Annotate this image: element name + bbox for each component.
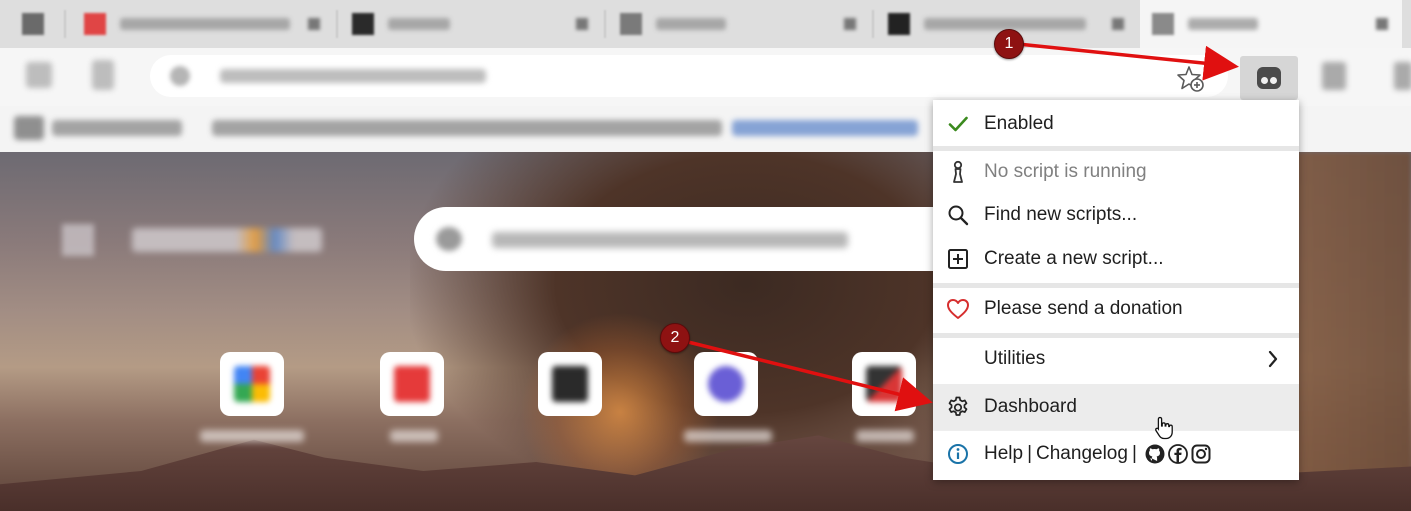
settings-icon[interactable] [1322, 62, 1346, 90]
menu-item-enabled[interactable]: Enabled [933, 102, 1299, 146]
search-icon [170, 66, 190, 86]
annotation-badge-1: 1 [994, 29, 1024, 59]
tab-favicon [620, 13, 642, 35]
tab-separator [336, 10, 338, 38]
tile-label [200, 430, 304, 442]
tab-title [924, 18, 1086, 30]
address-placeholder [220, 69, 486, 83]
tab-favicon [84, 13, 106, 35]
tab-1[interactable] [0, 0, 60, 48]
tab-close-icon[interactable] [1376, 18, 1388, 30]
tab-2[interactable] [72, 0, 334, 48]
profile-icon[interactable] [1394, 62, 1411, 90]
heart-icon [945, 296, 971, 322]
help-links: Help | Changelog | [984, 443, 1211, 465]
tab-active[interactable] [1140, 0, 1402, 48]
tampermonkey-extension-button[interactable] [1240, 56, 1298, 100]
search-icon [436, 227, 462, 251]
tab-strip [0, 0, 1411, 48]
ntp-search-box[interactable] [414, 207, 934, 271]
gear-icon [945, 394, 971, 420]
tile-label [856, 430, 914, 442]
back-button[interactable] [26, 62, 52, 88]
tile-label [684, 430, 772, 442]
tile-label [390, 430, 438, 442]
help-link[interactable]: Help [984, 443, 1023, 465]
tab-title [388, 18, 450, 30]
quick-link-tile[interactable] [380, 352, 444, 416]
bookmark-item[interactable] [212, 120, 722, 136]
menu-item-donation[interactable]: Please send a donation [933, 287, 1299, 331]
tile-icon [552, 366, 588, 402]
menu-label-donation: Please send a donation [984, 298, 1183, 319]
tab-title [1188, 18, 1258, 30]
menu-item-no-script: No script is running [933, 150, 1299, 194]
ntp-search-placeholder [492, 232, 848, 248]
github-icon[interactable] [1145, 444, 1165, 464]
plus-square-icon [945, 246, 971, 272]
menu-divider [933, 430, 1299, 431]
tab-close-icon[interactable] [1112, 18, 1124, 30]
instagram-icon[interactable] [1191, 444, 1211, 464]
tab-3[interactable] [340, 0, 602, 48]
tile-icon [394, 366, 430, 402]
bookmark-item[interactable] [52, 120, 182, 136]
tab-4[interactable] [608, 0, 870, 48]
changelog-link[interactable]: Changelog [1036, 443, 1128, 465]
chevron-right-icon [1268, 350, 1278, 368]
tile-icon [234, 366, 270, 402]
tab-separator [64, 10, 66, 38]
facebook-icon[interactable] [1167, 444, 1188, 464]
tampermonkey-eye [1270, 77, 1277, 84]
tab-close-icon[interactable] [844, 18, 856, 30]
tab-title [656, 18, 726, 30]
tab-favicon [1152, 13, 1174, 35]
ntp-logo [132, 228, 322, 252]
annotation-badge-2: 2 [660, 323, 690, 353]
tampermonkey-icon [1257, 67, 1281, 89]
menu-label-utilities: Utilities [984, 348, 1046, 369]
tampermonkey-eye [1261, 77, 1268, 84]
tampermonkey-menu: Enabled No script is running Find new sc… [933, 100, 1299, 480]
tab-favicon [888, 13, 910, 35]
checkmark-icon [945, 111, 971, 137]
menu-item-create-script[interactable]: Create a new script... [933, 237, 1299, 281]
menu-label-find-scripts: Find new scripts... [984, 204, 1138, 225]
address-bar[interactable] [150, 55, 1228, 97]
quick-link-tile[interactable] [852, 352, 916, 416]
menu-label-create-script: Create a new script... [984, 248, 1164, 269]
hand-cursor-icon [1155, 416, 1173, 440]
info-icon [945, 441, 971, 467]
menu-label-enabled: Enabled [984, 113, 1054, 134]
script-figure-icon [945, 159, 971, 185]
tab-close-icon[interactable] [308, 18, 320, 30]
help-separator: | [1131, 443, 1137, 464]
tab-favicon [22, 13, 44, 35]
menu-item-help: Help | Changelog | [933, 432, 1299, 476]
quick-link-tile[interactable] [694, 352, 758, 416]
search-icon [945, 202, 971, 228]
menu-item-find-scripts[interactable]: Find new scripts... [933, 193, 1299, 237]
tab-separator [604, 10, 606, 38]
bookmark-item[interactable] [14, 116, 44, 140]
apps-grid-icon[interactable] [62, 224, 94, 256]
tile-icon [866, 366, 902, 402]
help-separator: | [1027, 443, 1033, 464]
add-favorite-icon[interactable] [1176, 64, 1206, 94]
quick-link-tile[interactable] [538, 352, 602, 416]
tile-icon [708, 366, 744, 402]
tab-close-icon[interactable] [576, 18, 588, 30]
menu-item-utilities[interactable]: Utilities [933, 337, 1299, 381]
tab-separator [872, 10, 874, 38]
menu-item-dashboard[interactable]: Dashboard [933, 384, 1299, 430]
reading-view-button[interactable] [92, 60, 114, 90]
quick-link-tile[interactable] [220, 352, 284, 416]
menu-label-dashboard: Dashboard [984, 396, 1077, 417]
social-links [1145, 444, 1211, 464]
tab-title [120, 18, 290, 30]
bookmark-item[interactable] [732, 120, 918, 136]
tab-favicon [352, 13, 374, 35]
menu-label-no-script: No script is running [984, 161, 1147, 182]
